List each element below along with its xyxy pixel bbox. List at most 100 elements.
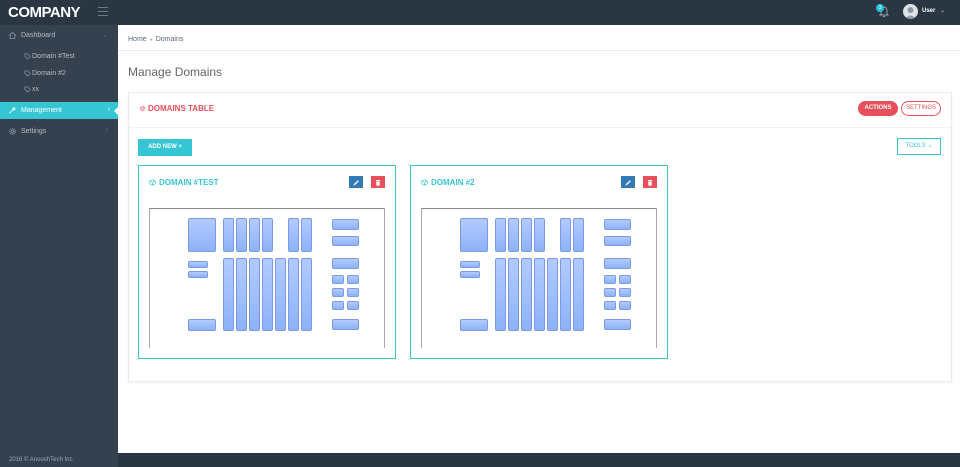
- portlet-title: DOMAINS TABLE: [139, 104, 214, 113]
- layout-block: [262, 218, 273, 252]
- layout-block: [604, 319, 631, 330]
- layout-block: [332, 258, 359, 269]
- sidebar-item-management[interactable]: Management ‹: [0, 102, 119, 119]
- delete-button[interactable]: [371, 176, 385, 188]
- layout-block: [249, 218, 260, 252]
- layout-block: [508, 218, 519, 252]
- main-content: Home ● Domains Manage Domains DOMAINS TABL…: [118, 25, 960, 453]
- settings-button[interactable]: SETTINGS: [901, 101, 941, 116]
- sidebar-item-domain-test[interactable]: Domain #Test: [0, 50, 118, 65]
- domain-name: DOMAIN #2: [431, 178, 475, 187]
- layout-block: [460, 319, 488, 331]
- layout-block: [604, 288, 616, 297]
- layout-block: [188, 261, 208, 268]
- layout-block: [332, 275, 344, 284]
- actions-button[interactable]: ACTIONS: [858, 101, 898, 116]
- menu-toggle-icon[interactable]: [98, 7, 108, 19]
- layout-block: [604, 258, 631, 269]
- layout-block: [573, 218, 584, 252]
- avatar[interactable]: [903, 4, 918, 19]
- chevron-down-icon: ⌄: [102, 32, 108, 39]
- domain-name: DOMAIN #TEST: [159, 178, 219, 187]
- layout-block: [495, 258, 506, 331]
- layout-block: [619, 275, 631, 284]
- add-new-button[interactable]: ADD NEW +: [138, 139, 192, 156]
- trash-icon: [375, 180, 381, 186]
- edit-button[interactable]: [621, 176, 635, 188]
- tools-label: TOOLS: [905, 143, 926, 149]
- chevron-left-icon: ‹: [105, 127, 108, 134]
- sidebar: Dashboard ⌄ Domain #Test Domain #2 xx Ma…: [0, 25, 119, 467]
- domain-card-title: DOMAIN #2: [421, 178, 475, 187]
- layout-block: [604, 236, 631, 246]
- layout-block: [249, 258, 260, 331]
- sidebar-item-dashboard[interactable]: Dashboard ⌄: [0, 27, 118, 44]
- breadcrumb-current: Domains: [155, 36, 184, 43]
- cube-icon: [149, 179, 156, 186]
- tools-button[interactable]: TOOLS ⌄: [897, 138, 941, 155]
- sidebar-item-label: Domain #Test: [32, 53, 75, 60]
- sidebar-item-label: xx: [32, 86, 39, 93]
- tag-icon: [24, 70, 31, 77]
- layout-block: [188, 218, 216, 252]
- layout-block: [332, 288, 344, 297]
- user-name[interactable]: User: [922, 8, 935, 14]
- pencil-icon: [353, 180, 359, 186]
- layout-block: [547, 258, 558, 331]
- layout-block: [604, 275, 616, 284]
- chevron-down-icon[interactable]: ⌄: [940, 7, 945, 14]
- page-title: Manage Domains: [128, 65, 223, 79]
- layout-block: [275, 258, 286, 331]
- trash-icon: [647, 180, 653, 186]
- domains-portlet: DOMAINS TABLE ACTIONS SETTINGS ADD NEW +…: [128, 92, 952, 382]
- layout-block: [560, 258, 571, 331]
- sidebar-item-xx[interactable]: xx: [0, 83, 118, 98]
- divider: [129, 127, 951, 128]
- layout-block: [347, 301, 359, 310]
- footer-copyright: 2016 © AnooshTech Inc.: [9, 457, 75, 463]
- wrench-icon: [9, 107, 16, 114]
- sidebar-item-label: Dashboard: [21, 32, 56, 39]
- layout-block: [619, 288, 631, 297]
- sidebar-item-label: Settings: [21, 128, 47, 135]
- chevron-down-icon: ⌄: [927, 143, 933, 149]
- layout-block: [223, 218, 234, 252]
- layout-block: [495, 218, 506, 252]
- layout-block: [347, 275, 359, 284]
- layout-block: [301, 218, 312, 252]
- layout-block: [460, 261, 480, 268]
- layout-block: [223, 258, 234, 331]
- layout-block: [604, 219, 631, 230]
- layout-block: [508, 258, 519, 331]
- breadcrumb-home[interactable]: Home: [128, 36, 147, 43]
- layout-block: [604, 301, 616, 310]
- layout-block: [262, 258, 273, 331]
- domain-layout-preview: [149, 208, 385, 348]
- edit-button[interactable]: [349, 176, 363, 188]
- delete-button[interactable]: [643, 176, 657, 188]
- domain-card: DOMAIN #TEST: [138, 165, 396, 359]
- gear-icon: [139, 105, 146, 112]
- layout-block: [460, 271, 480, 278]
- layout-block: [236, 258, 247, 331]
- layout-block: [521, 258, 532, 331]
- portlet-title-label: DOMAINS TABLE: [148, 104, 215, 113]
- home-icon: [8, 31, 17, 40]
- layout-block: [288, 258, 299, 331]
- company-logo[interactable]: COMPANY: [8, 4, 81, 21]
- layout-block: [521, 218, 532, 252]
- layout-block: [332, 236, 359, 246]
- sidebar-item-label: Management: [21, 107, 62, 114]
- domain-card: DOMAIN #2: [410, 165, 668, 359]
- layout-block: [534, 258, 545, 331]
- layout-block: [347, 288, 359, 297]
- layout-block: [332, 319, 359, 330]
- layout-block: [188, 319, 216, 331]
- sidebar-item-settings[interactable]: Settings ‹: [0, 123, 118, 140]
- layout-block: [301, 258, 312, 331]
- tag-icon: [24, 86, 31, 93]
- sidebar-item-domain-2[interactable]: Domain #2: [0, 67, 118, 82]
- cube-icon: [421, 179, 428, 186]
- pencil-icon: [625, 180, 631, 186]
- layout-block: [332, 219, 359, 230]
